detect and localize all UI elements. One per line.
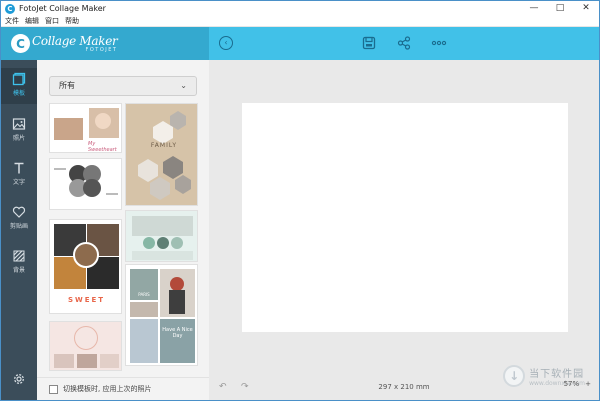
title-bar: C FotoJet Collage Maker — □ ✕ <box>1 1 599 16</box>
category-dropdown-value: 所有 <box>59 81 75 90</box>
menu-file[interactable]: 文件 <box>5 16 19 26</box>
template-cloud[interactable] <box>49 158 122 210</box>
nav-text[interactable]: 文字 <box>1 157 37 193</box>
canvas-area: ↶ ↷ 297 x 210 mm ↓ 当下软件园 www.downxia.com… <box>209 60 599 400</box>
save-icon[interactable] <box>361 35 377 51</box>
template-dance[interactable] <box>125 210 198 262</box>
maximize-button[interactable]: □ <box>547 1 573 16</box>
logo-title: Collage Maker <box>32 33 118 48</box>
template-sweet[interactable]: SWEET <box>49 219 122 314</box>
nav-clipart[interactable]: 剪贴画 <box>1 201 37 237</box>
zoom-control: 57% + <box>558 380 591 388</box>
panel-footer: 切换模板时, 应用上次的照片 <box>37 377 209 400</box>
menu-window[interactable]: 窗口 <box>45 16 59 26</box>
template-niceday-text: Have A Nice Day <box>162 327 193 339</box>
app-window: C FotoJet Collage Maker — □ ✕ 文件 编辑 窗口 帮… <box>0 0 600 401</box>
text-icon <box>14 162 24 174</box>
template-family[interactable]: FAMILY <box>125 103 198 206</box>
template-paris-text: PARIS <box>138 292 150 297</box>
close-button[interactable]: ✕ <box>573 1 599 16</box>
nav-background[interactable]: 背景 <box>1 245 37 281</box>
share-icon[interactable] <box>396 35 412 51</box>
chevron-down-icon: ⌄ <box>180 81 187 90</box>
window-title: FotoJet Collage Maker <box>19 4 106 13</box>
nav-text-label: 文字 <box>12 179 25 186</box>
menu-help[interactable]: 帮助 <box>65 16 79 26</box>
photo-icon <box>12 118 26 130</box>
template-sweet-text: SWEET <box>67 296 106 304</box>
nav-clipart-label: 剪贴画 <box>9 223 28 230</box>
logo-icon: C <box>11 34 30 53</box>
nav-template[interactable]: 模板 <box>1 68 37 104</box>
template-pink[interactable] <box>49 321 122 371</box>
apply-last-photos-label: 切换模板时, 应用上次的照片 <box>63 385 152 393</box>
back-arrow-icon[interactable]: ‹ <box>219 36 233 50</box>
nav-photo-label: 照片 <box>12 135 25 142</box>
nav-template-label: 模板 <box>12 90 25 97</box>
watermark-logo-icon: ↓ <box>503 365 526 387</box>
template-paris[interactable]: PARIS Have A Nice Day <box>125 264 198 366</box>
collage-canvas[interactable] <box>242 103 568 332</box>
window-controls: — □ ✕ <box>521 1 599 16</box>
template-family-text: FAMILY <box>150 142 178 149</box>
apply-last-photos-checkbox[interactable] <box>49 384 58 394</box>
more-icon[interactable] <box>431 35 447 51</box>
category-dropdown[interactable]: 所有 ⌄ <box>49 76 197 96</box>
watermark-title: 当下软件园 <box>529 369 585 380</box>
gear-icon[interactable] <box>13 373 25 385</box>
template-icon <box>12 72 26 86</box>
zoom-in-button[interactable]: + <box>585 380 591 388</box>
left-nav: 模板 照片 文字 剪贴画 背景 <box>1 60 37 400</box>
background-icon <box>13 250 25 262</box>
menu-bar: 文件 编辑 窗口 帮助 <box>1 16 599 27</box>
app-logo: C Collage Maker FOTOJET <box>1 27 209 60</box>
top-toolbar: C Collage Maker FOTOJET ‹ <box>1 27 599 60</box>
template-panel: 所有 ⌄ My Sweetheart FAMILY SWEET PARIS Ha… <box>37 60 209 400</box>
template-baby[interactable]: My Sweetheart <box>49 103 122 153</box>
zoom-level[interactable]: 57% <box>564 380 580 388</box>
menu-edit[interactable]: 编辑 <box>25 16 39 26</box>
nav-background-label: 背景 <box>12 267 25 274</box>
nav-photo[interactable]: 照片 <box>1 113 37 149</box>
clipart-icon <box>12 206 26 218</box>
logo-subtitle: FOTOJET <box>85 46 118 53</box>
template-baby-text: My Sweetheart <box>88 141 117 153</box>
minimize-button[interactable]: — <box>521 1 547 16</box>
app-icon: C <box>5 3 15 14</box>
